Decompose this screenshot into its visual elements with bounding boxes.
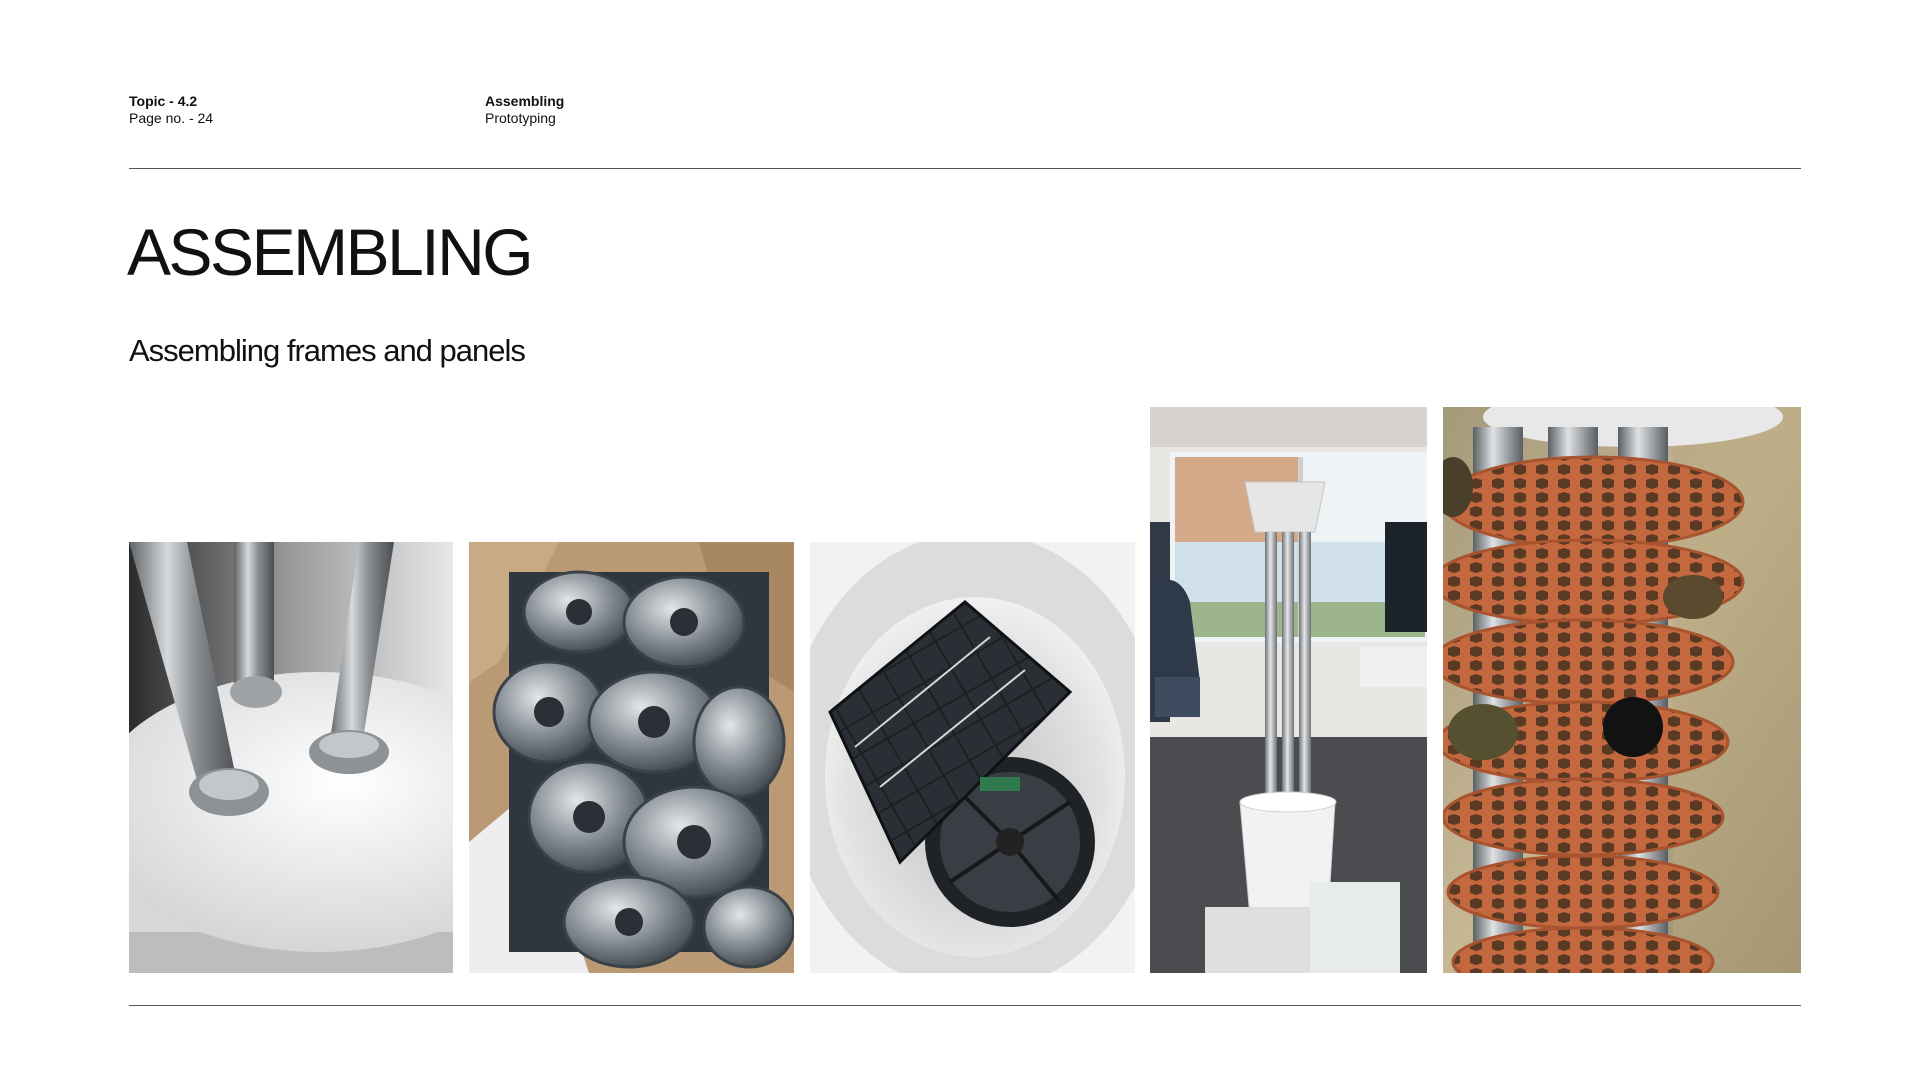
metal-clamp-fittings-box-photo [469,542,794,973]
solar-panel-and-fan-in-base-photo [810,542,1135,973]
section-label: Assembling [485,93,565,109]
page-subtitle: Assembling frames and panels [129,333,526,368]
bottom-divider [129,1005,1801,1006]
topic-label: Topic - 4.2 [129,93,198,109]
page-title: ASSEMBLING [127,215,534,289]
terracotta-hex-rings-on-poles-photo [1443,407,1801,973]
page-number: Page no. - 24 [129,110,214,126]
header-section-block: Assembling Prototyping [485,93,564,127]
assembled-tower-in-office-photo [1150,407,1427,973]
category-label: Prototyping [485,110,556,126]
steel-poles-on-white-base-photo [129,542,453,973]
header-topic-block: Topic - 4.2 Page no. - 24 [129,93,213,127]
top-divider [129,168,1801,169]
